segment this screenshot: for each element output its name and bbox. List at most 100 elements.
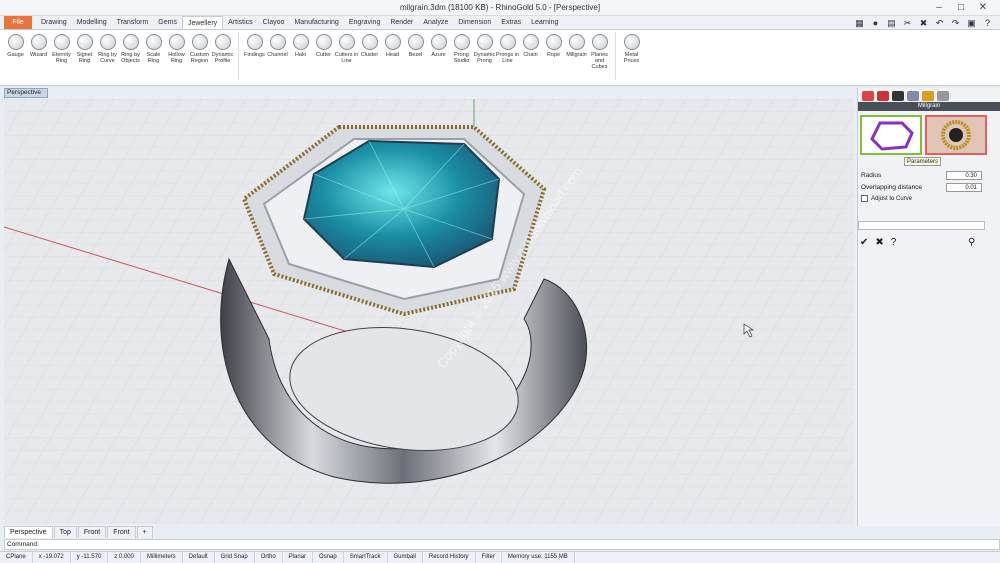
ribbon-separator xyxy=(238,32,239,80)
status-filter[interactable]: Filter xyxy=(476,552,502,563)
tool-custom-region[interactable]: Custom Region xyxy=(188,32,211,82)
tool-ring-by-objects[interactable]: Ring by Objects xyxy=(119,32,142,82)
adjust-to-curve-checkbox[interactable]: Adjust to Curve xyxy=(861,195,982,202)
status-layer[interactable]: Default xyxy=(183,552,215,563)
help-question-icon[interactable]: ? xyxy=(891,237,897,248)
ring-by-objects-icon xyxy=(122,34,139,50)
tab-drawing[interactable]: Drawing xyxy=(36,16,72,29)
tool-cutter[interactable]: Cutter xyxy=(312,32,335,82)
tool-ring-by-curve[interactable]: Ring by Curve xyxy=(96,32,119,82)
tool-hollow-ring[interactable]: Hollow Ring xyxy=(165,32,188,82)
tool-channel[interactable]: Channel xyxy=(266,32,289,82)
status-bar: CPlane x -19.072 y -11.570 z 0.000 Milli… xyxy=(0,551,1000,563)
panel-help-icon[interactable] xyxy=(937,91,949,101)
zoom-search-icon[interactable]: ⚲ xyxy=(968,237,975,248)
tool-cutters-in-line[interactable]: Cutters in Line xyxy=(335,32,358,82)
command-line[interactable]: Command: xyxy=(4,539,1000,550)
radius-input[interactable]: 0.30 xyxy=(946,170,982,180)
viewport-title[interactable]: Perspective xyxy=(4,88,48,98)
panel-display-icon[interactable] xyxy=(892,91,904,101)
tab-extras[interactable]: Extras xyxy=(496,16,526,29)
tab-clayoo[interactable]: Clayoo xyxy=(258,16,290,29)
tab-dimension[interactable]: Dimension xyxy=(453,16,496,29)
preview-thumbnails xyxy=(858,111,1000,159)
tool-bezel[interactable]: Bezel xyxy=(404,32,427,82)
mic-icon[interactable]: ● xyxy=(869,17,882,29)
tab-learning[interactable]: Learning xyxy=(526,16,563,29)
help-icon[interactable]: ? xyxy=(981,17,994,29)
tab-transform[interactable]: Transform xyxy=(112,16,154,29)
panel-properties-icon[interactable] xyxy=(862,91,874,101)
redo-icon[interactable]: ↷ xyxy=(949,17,962,29)
panel-material-icon[interactable] xyxy=(922,91,934,101)
tool-rope[interactable]: Rope xyxy=(542,32,565,82)
layout-icon[interactable]: ▦ xyxy=(853,17,866,29)
tool-cluster[interactable]: Cluster xyxy=(358,32,381,82)
tool-millgrain[interactable]: Millgrain xyxy=(565,32,588,82)
tab-artistics[interactable]: Artistics xyxy=(223,16,258,29)
tab-jewellery[interactable]: Jewellery xyxy=(181,16,224,29)
cancel-x-icon[interactable]: ✖ xyxy=(875,237,883,248)
millgrain-icon xyxy=(568,34,585,50)
prongs-in-line-icon xyxy=(499,34,516,50)
undo-icon[interactable]: ↶ xyxy=(933,17,946,29)
tab-modelling[interactable]: Modelling xyxy=(72,16,112,29)
tab-gems[interactable]: Gems xyxy=(153,16,182,29)
cut-icon[interactable]: ✂ xyxy=(901,17,914,29)
tool-chain[interactable]: Chain xyxy=(519,32,542,82)
perspective-viewport[interactable]: Copyright © 2015 www.p30download.com xyxy=(4,99,853,524)
tab-front-2[interactable]: Front xyxy=(107,526,136,538)
tool-halo[interactable]: Halo xyxy=(289,32,312,82)
right-panel: Millgrain xyxy=(857,88,1000,526)
tool-wizard[interactable]: Wizard xyxy=(27,32,50,82)
panel-layers-icon[interactable] xyxy=(877,91,889,101)
tool-gauge[interactable]: Gauge xyxy=(4,32,27,82)
tab-engraving[interactable]: Engraving xyxy=(344,16,386,29)
milgrain-ring-icon xyxy=(941,120,971,150)
tool-scale-ring[interactable]: Scale Ring xyxy=(142,32,165,82)
status-x: x -19.072 xyxy=(33,552,71,563)
checkbox-box[interactable] xyxy=(861,195,868,202)
tab-analyze[interactable]: Analyze xyxy=(418,16,453,29)
tab-manufacturing[interactable]: Manufacturing xyxy=(289,16,343,29)
minimize-icon[interactable]: – xyxy=(930,1,948,14)
maximize-icon[interactable]: □ xyxy=(952,1,970,14)
tab-top[interactable]: Top xyxy=(53,526,77,538)
render-preview[interactable] xyxy=(925,115,987,155)
close-doc-icon[interactable]: ✖ xyxy=(917,17,930,29)
tab-front[interactable]: Front xyxy=(77,526,107,538)
curve-preview[interactable] xyxy=(860,115,922,155)
ok-check-icon[interactable]: ✔ xyxy=(860,237,868,248)
close-icon[interactable]: ✕ xyxy=(974,1,992,14)
tool-head[interactable]: Head xyxy=(381,32,404,82)
print-icon[interactable]: ▤ xyxy=(885,17,898,29)
status-osnap[interactable]: Osnap xyxy=(313,552,344,563)
status-record-history[interactable]: Record History xyxy=(423,552,476,563)
tool-dynamic-prong[interactable]: Dynamic Prong xyxy=(473,32,496,82)
overlap-input[interactable]: 0.01 xyxy=(946,182,982,192)
tab-render[interactable]: Render xyxy=(385,16,418,29)
tool-metal-prices[interactable]: Metal Prices xyxy=(620,32,643,82)
panel-tools-icon[interactable] xyxy=(907,91,919,101)
ribbon-separator xyxy=(615,32,616,80)
tab-perspective[interactable]: Perspective xyxy=(4,526,53,538)
tool-findings[interactable]: Findings xyxy=(243,32,266,82)
status-smarttrack[interactable]: SmartTrack xyxy=(344,552,388,563)
status-planar[interactable]: Planar xyxy=(283,552,314,563)
status-gumball[interactable]: Gumball xyxy=(388,552,423,563)
tool-prong-studio[interactable]: Prong Studio xyxy=(450,32,473,82)
tool-signet-ring[interactable]: Signet Ring xyxy=(73,32,96,82)
octagon-curve-icon xyxy=(870,121,914,151)
add-view-tab[interactable]: + xyxy=(136,526,153,538)
tab-file[interactable]: File xyxy=(4,16,32,29)
save-icon[interactable]: ▣ xyxy=(965,17,978,29)
tool-eternity-ring[interactable]: Eternity Ring xyxy=(50,32,73,82)
tool-label: Dynamic Profile xyxy=(211,52,234,64)
tool-azure[interactable]: Azure xyxy=(427,32,450,82)
cluster-icon xyxy=(361,34,378,50)
status-ortho[interactable]: Ortho xyxy=(255,552,283,563)
tool-dynamic-profile[interactable]: Dynamic Profile xyxy=(211,32,234,82)
tool-prongs-in-line[interactable]: Prongs in Line xyxy=(496,32,519,82)
status-grid-snap[interactable]: Grid Snap xyxy=(215,552,255,563)
tool-planes-and-cubes[interactable]: Planes and Cubes xyxy=(588,32,611,82)
